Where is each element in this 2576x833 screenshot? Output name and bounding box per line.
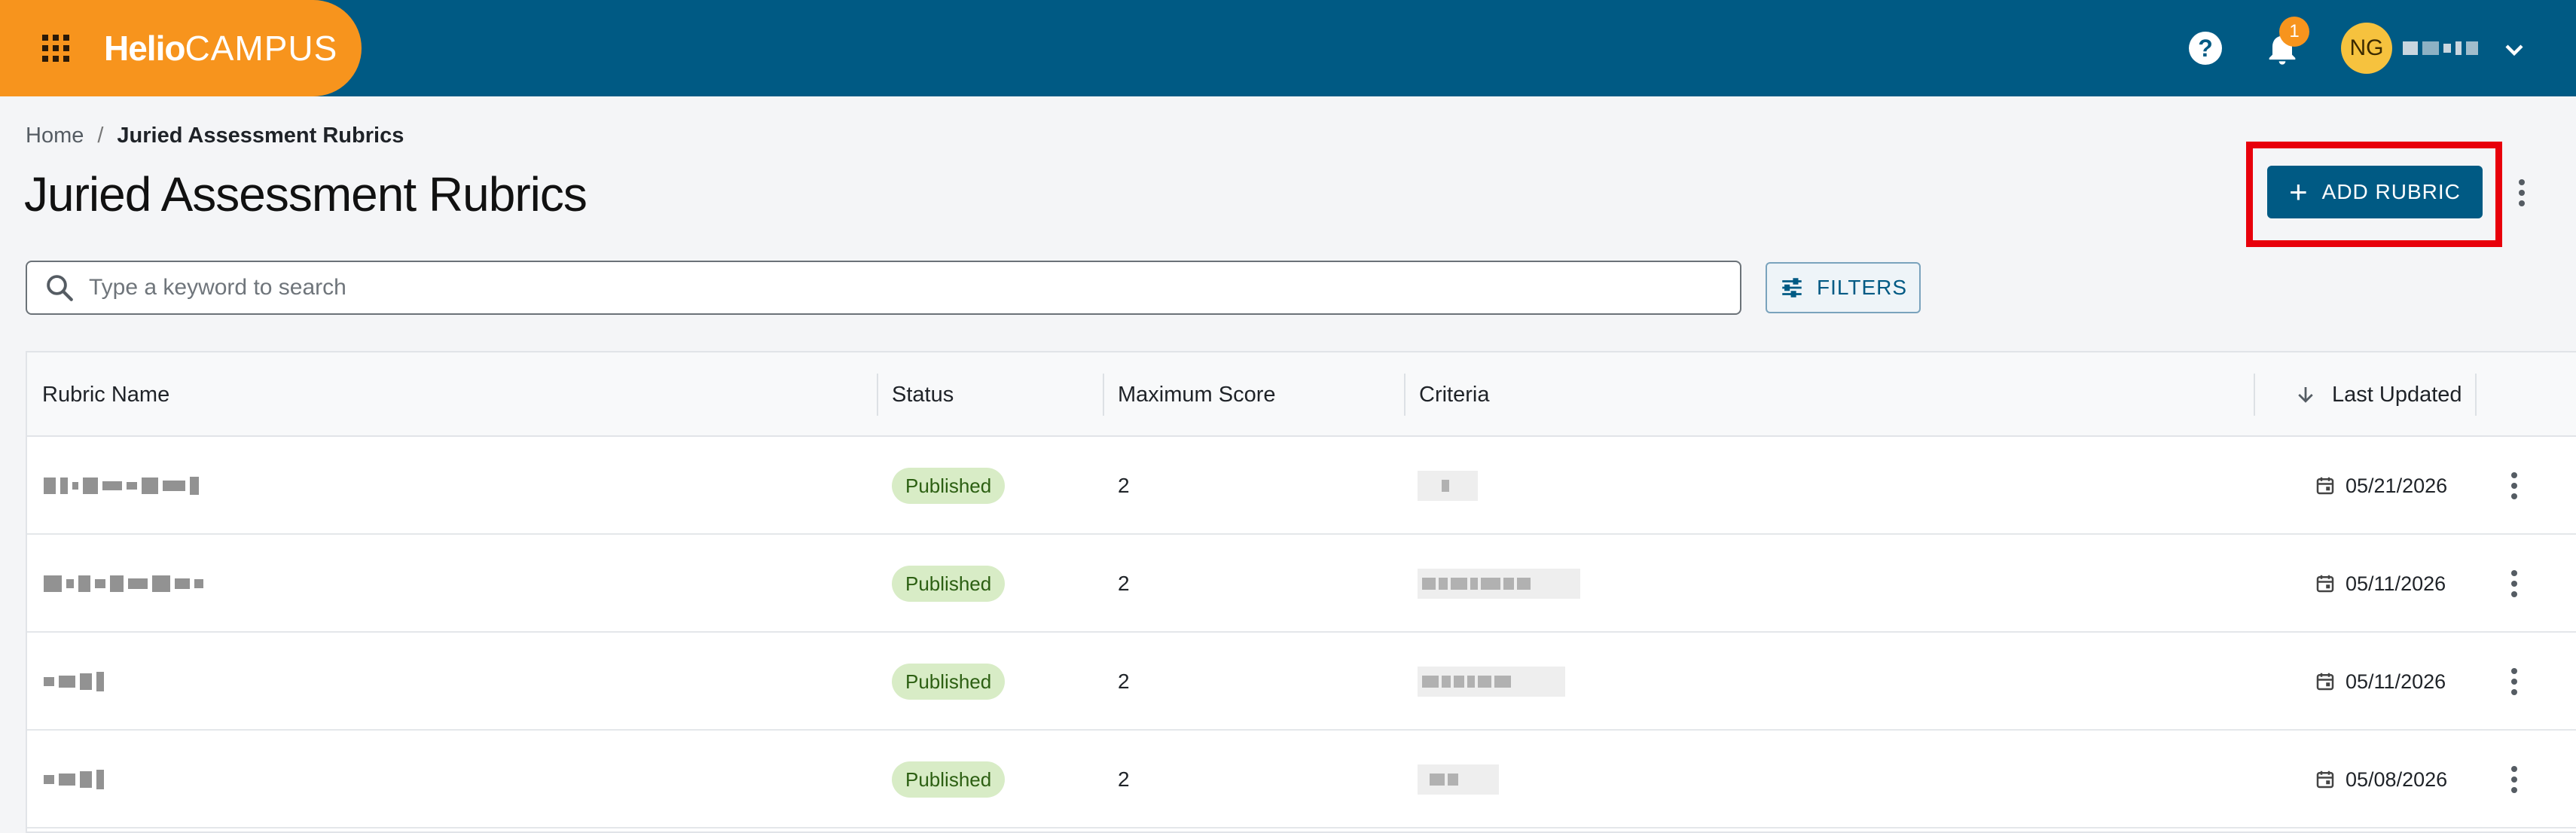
top-navigation-bar: HelioCAMPUS ? 1 NG — [0, 0, 2576, 96]
plus-icon: + — [2289, 174, 2309, 209]
maximum-score-value: 2 — [1118, 572, 1130, 595]
column-divider[interactable] — [2475, 374, 2477, 416]
criteria-redacted — [1418, 731, 1499, 828]
add-rubric-button[interactable]: + ADD RUBRIC — [2267, 166, 2483, 218]
maximum-score-value: 2 — [1118, 474, 1130, 497]
column-divider[interactable] — [1103, 374, 1104, 416]
column-divider[interactable] — [1404, 374, 1406, 416]
calendar-icon — [2316, 673, 2334, 691]
table-row[interactable]: Published 2 05/11/2026 — [27, 633, 2576, 731]
table-row[interactable]: Published 2 05/21/2026 — [27, 437, 2576, 535]
rubric-name-redacted[interactable] — [44, 535, 203, 633]
status-badge: Published — [892, 566, 1006, 602]
row-more-options-icon[interactable] — [2501, 659, 2528, 704]
column-header-last-updated[interactable]: Last Updated — [2294, 352, 2462, 437]
last-updated-label: Last Updated — [2332, 383, 2462, 407]
rubric-name-redacted[interactable] — [44, 633, 104, 731]
criteria-redacted — [1418, 633, 1565, 731]
last-updated-date: 05/11/2026 — [2314, 572, 2446, 596]
heliocampus-logo[interactable]: HelioCAMPUS — [104, 26, 337, 71]
breadcrumb-current: Juried Assessment Rubrics — [117, 124, 404, 148]
filters-button[interactable]: FILTERS — [1766, 262, 1921, 313]
apps-grid-icon[interactable] — [42, 35, 69, 62]
column-header-maximum-score[interactable]: Maximum Score — [1118, 352, 1276, 437]
calendar-icon — [2316, 477, 2334, 495]
breadcrumb: Home / Juried Assessment Rubrics — [26, 121, 404, 151]
brand-area: HelioCAMPUS — [0, 0, 362, 96]
rubric-name-redacted[interactable] — [44, 731, 104, 828]
user-avatar[interactable]: NG — [2341, 23, 2392, 74]
column-divider[interactable] — [2254, 374, 2255, 416]
rubric-name-redacted[interactable] — [44, 437, 199, 535]
maximum-score-value: 2 — [1118, 767, 1130, 791]
status-badge: Published — [892, 468, 1006, 504]
notification-count-badge: 1 — [2279, 17, 2309, 47]
arrow-down-icon — [2298, 387, 2313, 403]
status-badge: Published — [892, 761, 1006, 798]
search-input[interactable] — [89, 275, 1708, 301]
column-header-criteria[interactable]: Criteria — [1419, 352, 1489, 437]
rubrics-table: Rubric Name Status Maximum Score Criteri… — [26, 351, 2576, 833]
maximum-score-value: 2 — [1118, 670, 1130, 693]
page-more-options-icon[interactable] — [2508, 170, 2535, 215]
search-field[interactable] — [26, 261, 1741, 315]
filters-icon — [1782, 278, 1802, 298]
column-header-rubric-name[interactable]: Rubric Name — [42, 352, 169, 437]
column-header-status[interactable]: Status — [892, 352, 954, 437]
last-updated-date: 05/08/2026 — [2314, 768, 2447, 792]
search-icon — [47, 275, 73, 301]
page-title: Juried Assessment Rubrics — [24, 167, 588, 221]
row-more-options-icon[interactable] — [2501, 561, 2528, 606]
calendar-icon — [2316, 770, 2334, 789]
last-updated-date: 05/11/2026 — [2314, 670, 2446, 694]
row-more-options-icon[interactable] — [2501, 463, 2528, 508]
breadcrumb-separator: / — [97, 124, 104, 148]
criteria-redacted — [1418, 437, 1478, 535]
column-divider[interactable] — [877, 374, 878, 416]
last-updated-date: 05/21/2026 — [2314, 474, 2447, 498]
table-header: Rubric Name Status Maximum Score Criteri… — [27, 352, 2576, 437]
add-rubric-label: ADD RUBRIC — [2321, 180, 2461, 203]
table-row[interactable]: Published 2 05/11/2026 — [27, 535, 2576, 633]
help-icon[interactable]: ? — [2189, 32, 2222, 65]
table-row[interactable]: Published 2 05/08/2026 — [27, 731, 2576, 828]
user-name-redacted[interactable] — [2403, 39, 2487, 57]
status-badge: Published — [892, 664, 1006, 700]
calendar-icon — [2316, 575, 2334, 593]
chevron-down-icon[interactable] — [2499, 35, 2529, 65]
criteria-redacted — [1418, 535, 1580, 633]
filters-label: FILTERS — [1816, 276, 1908, 299]
breadcrumb-home-link[interactable]: Home — [26, 124, 84, 148]
row-more-options-icon[interactable] — [2501, 757, 2528, 802]
